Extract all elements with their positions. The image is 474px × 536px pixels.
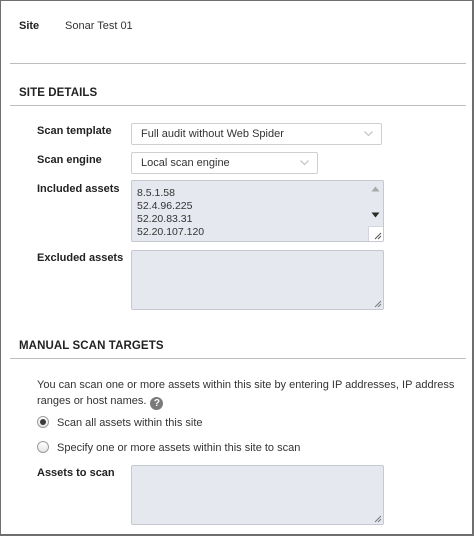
radio-selected-dot — [40, 419, 46, 425]
divider — [10, 63, 466, 64]
site-scan-panel: Site Sonar Test 01 SITE DETAILS Scan tem… — [0, 0, 474, 536]
asset-item: 52.4.96.225 — [137, 200, 193, 212]
resize-corner[interactable] — [368, 226, 383, 241]
chevron-down-icon — [364, 131, 373, 137]
scan-engine-label: Scan engine — [37, 154, 102, 166]
specify-assets-label[interactable]: Specify one or more assets within this s… — [57, 442, 300, 454]
asset-item: 52.20.83.31 — [137, 213, 193, 225]
site-label: Site — [19, 20, 40, 32]
scan-template-select[interactable]: Full audit without Web Spider — [131, 123, 382, 145]
scan-engine-select[interactable]: Local scan engine — [131, 152, 318, 174]
excluded-assets-label: Excluded assets — [37, 252, 124, 264]
scan-all-radio[interactable] — [37, 416, 49, 428]
site-details-heading: SITE DETAILS — [19, 87, 98, 99]
divider — [10, 105, 466, 106]
chevron-down-icon — [300, 160, 309, 166]
manual-scan-description: You can scan one or more assets within t… — [37, 377, 457, 410]
included-assets-label: Included assets — [37, 183, 120, 195]
scrollbar[interactable] — [368, 181, 383, 227]
asset-item: 8.5.1.58 — [137, 187, 175, 199]
resize-grip-icon — [374, 232, 382, 240]
scroll-down-arrow-icon[interactable] — [371, 212, 380, 218]
scan-engine-value: Local scan engine — [141, 157, 230, 169]
excluded-assets-textarea[interactable] — [131, 250, 384, 310]
scroll-up-arrow-icon[interactable] — [371, 186, 380, 192]
site-name: Sonar Test 01 — [65, 20, 133, 32]
scan-template-value: Full audit without Web Spider — [141, 128, 284, 140]
divider — [10, 358, 466, 359]
included-assets-textarea[interactable]: 8.5.1.58 52.4.96.225 52.20.83.31 52.20.1… — [131, 180, 384, 242]
resize-grip-icon[interactable] — [372, 513, 382, 523]
manual-scan-targets-heading: MANUAL SCAN TARGETS — [19, 340, 164, 352]
scan-template-label: Scan template — [37, 125, 112, 137]
assets-to-scan-textarea[interactable] — [131, 465, 384, 525]
specify-assets-radio[interactable] — [37, 441, 49, 453]
resize-grip-icon[interactable] — [372, 298, 382, 308]
description-text: You can scan one or more assets within t… — [37, 379, 455, 407]
scan-all-label[interactable]: Scan all assets within this site — [57, 417, 203, 429]
assets-to-scan-label: Assets to scan — [37, 467, 115, 479]
asset-item: 52.20.107.120 — [137, 226, 205, 238]
help-icon[interactable]: ? — [150, 397, 164, 410]
